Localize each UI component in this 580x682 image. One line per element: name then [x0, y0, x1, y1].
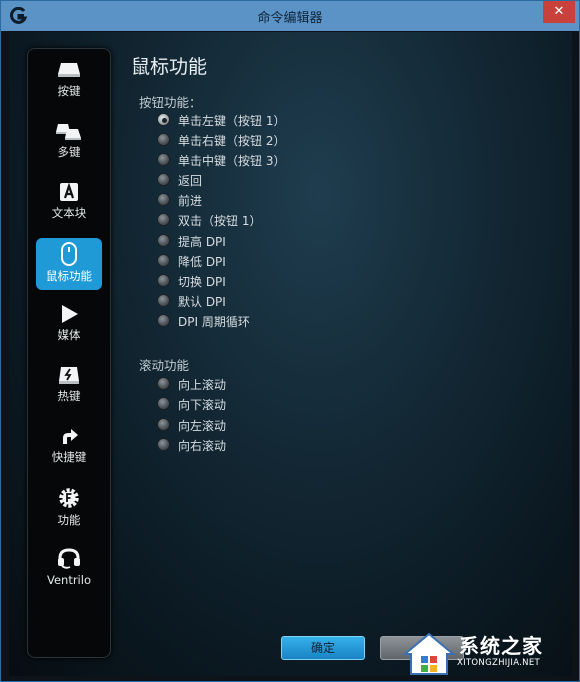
radio-button[interactable] [157, 294, 170, 307]
option-label: 向上滚动 [178, 378, 227, 392]
radio-button[interactable] [157, 418, 170, 431]
radio-button[interactable] [157, 438, 170, 451]
option-label: 单击右键（按钮 2） [178, 134, 286, 148]
radio-button-selected[interactable] [157, 113, 170, 126]
option-label: DPI 周期循环 [178, 315, 250, 329]
sidebar-item-label: 快捷键 [51, 450, 87, 464]
site-watermark: 系统之家 XITONGZHIJIA.NET [401, 628, 579, 680]
sidebar-item-label: 功能 [57, 513, 81, 527]
option-label: 降低 DPI [178, 255, 226, 269]
sidebar-item-label: Ventrilo [46, 573, 91, 587]
option-label: 默认 DPI [178, 295, 226, 309]
command-editor-window: 命令编辑器 ✕ 按键 多键 文本块 鼠标功能 媒体 热键 快捷键 功能 Vent… [0, 0, 580, 682]
sidebar-item-function[interactable]: 功能 [36, 482, 102, 534]
window-title: 命令编辑器 [257, 11, 323, 26]
option-label: 双击（按钮 1） [178, 214, 262, 228]
radio-button[interactable] [157, 193, 170, 206]
sidebar-item-multikey[interactable]: 多键 [36, 116, 102, 168]
category-sidebar: 按键 多键 文本块 鼠标功能 媒体 热键 快捷键 功能 Ventrilo [27, 48, 111, 658]
option-label: 向左滚动 [178, 419, 227, 433]
option-label: 提高 DPI [178, 235, 226, 249]
radio-button[interactable] [157, 234, 170, 247]
sidebar-item-text-block[interactable]: 文本块 [36, 177, 102, 229]
sidebar-item-hotkey[interactable]: 热键 [36, 360, 102, 412]
title-bar[interactable]: 命令编辑器 ✕ [1, 1, 579, 31]
radio-button[interactable] [157, 397, 170, 410]
sidebar-item-label: 媒体 [57, 328, 81, 342]
option-label: 单击中键（按钮 3） [178, 154, 286, 168]
scroll-function-group-title: 滚动功能 [139, 358, 190, 373]
option-label: 单击左键（按钮 1） [178, 114, 286, 128]
sidebar-item-label: 鼠标功能 [46, 269, 92, 283]
mouse-icon [61, 242, 77, 266]
button-function-group-title: 按钮功能： [139, 95, 202, 110]
hotkey-icon [59, 367, 79, 384]
option-label: 前进 [178, 194, 203, 208]
option-label: 向下滚动 [178, 398, 227, 412]
multikey-icon [56, 124, 81, 140]
radio-button[interactable] [157, 173, 170, 186]
sidebar-item-label: 多键 [57, 145, 81, 159]
close-button[interactable]: ✕ [543, 1, 575, 23]
house-logo-icon [402, 632, 456, 675]
key-icon [58, 63, 80, 77]
radio-button[interactable] [157, 254, 170, 267]
sidebar-item-mouse-function[interactable]: 鼠标功能 [36, 238, 102, 290]
sidebar-item-label: 文本块 [51, 206, 87, 220]
text-block-icon [60, 182, 78, 201]
radio-button[interactable] [157, 377, 170, 390]
sidebar-item-ventrilo[interactable]: Ventrilo [36, 543, 102, 595]
option-label: 切换 DPI [178, 275, 226, 289]
radio-button[interactable] [157, 314, 170, 327]
option-label: 向右滚动 [178, 439, 227, 453]
sidebar-item-media[interactable]: 媒体 [36, 299, 102, 351]
sidebar-item-label: 按键 [57, 84, 81, 98]
radio-button[interactable] [157, 274, 170, 287]
headset-icon [58, 548, 80, 569]
sidebar-item-label: 热键 [57, 389, 81, 403]
radio-button[interactable] [157, 153, 170, 166]
watermark-url: XITONGZHIJIA.NET [457, 658, 540, 668]
client-area: 按键 多键 文本块 鼠标功能 媒体 热键 快捷键 功能 Ventrilo 鼠标功… [9, 32, 572, 676]
function-gear-icon [59, 488, 79, 508]
watermark-text: 系统之家 [459, 634, 543, 658]
play-icon [62, 305, 78, 323]
option-label: 返回 [178, 174, 203, 188]
ok-button[interactable]: 确定 [281, 636, 365, 660]
radio-button[interactable] [157, 213, 170, 226]
sidebar-item-shortcut[interactable]: 快捷键 [36, 421, 102, 473]
shortcut-arrow-icon [63, 429, 78, 444]
page-title: 鼠标功能 [131, 56, 208, 78]
radio-button[interactable] [157, 133, 170, 146]
sidebar-item-key[interactable]: 按键 [36, 55, 102, 107]
